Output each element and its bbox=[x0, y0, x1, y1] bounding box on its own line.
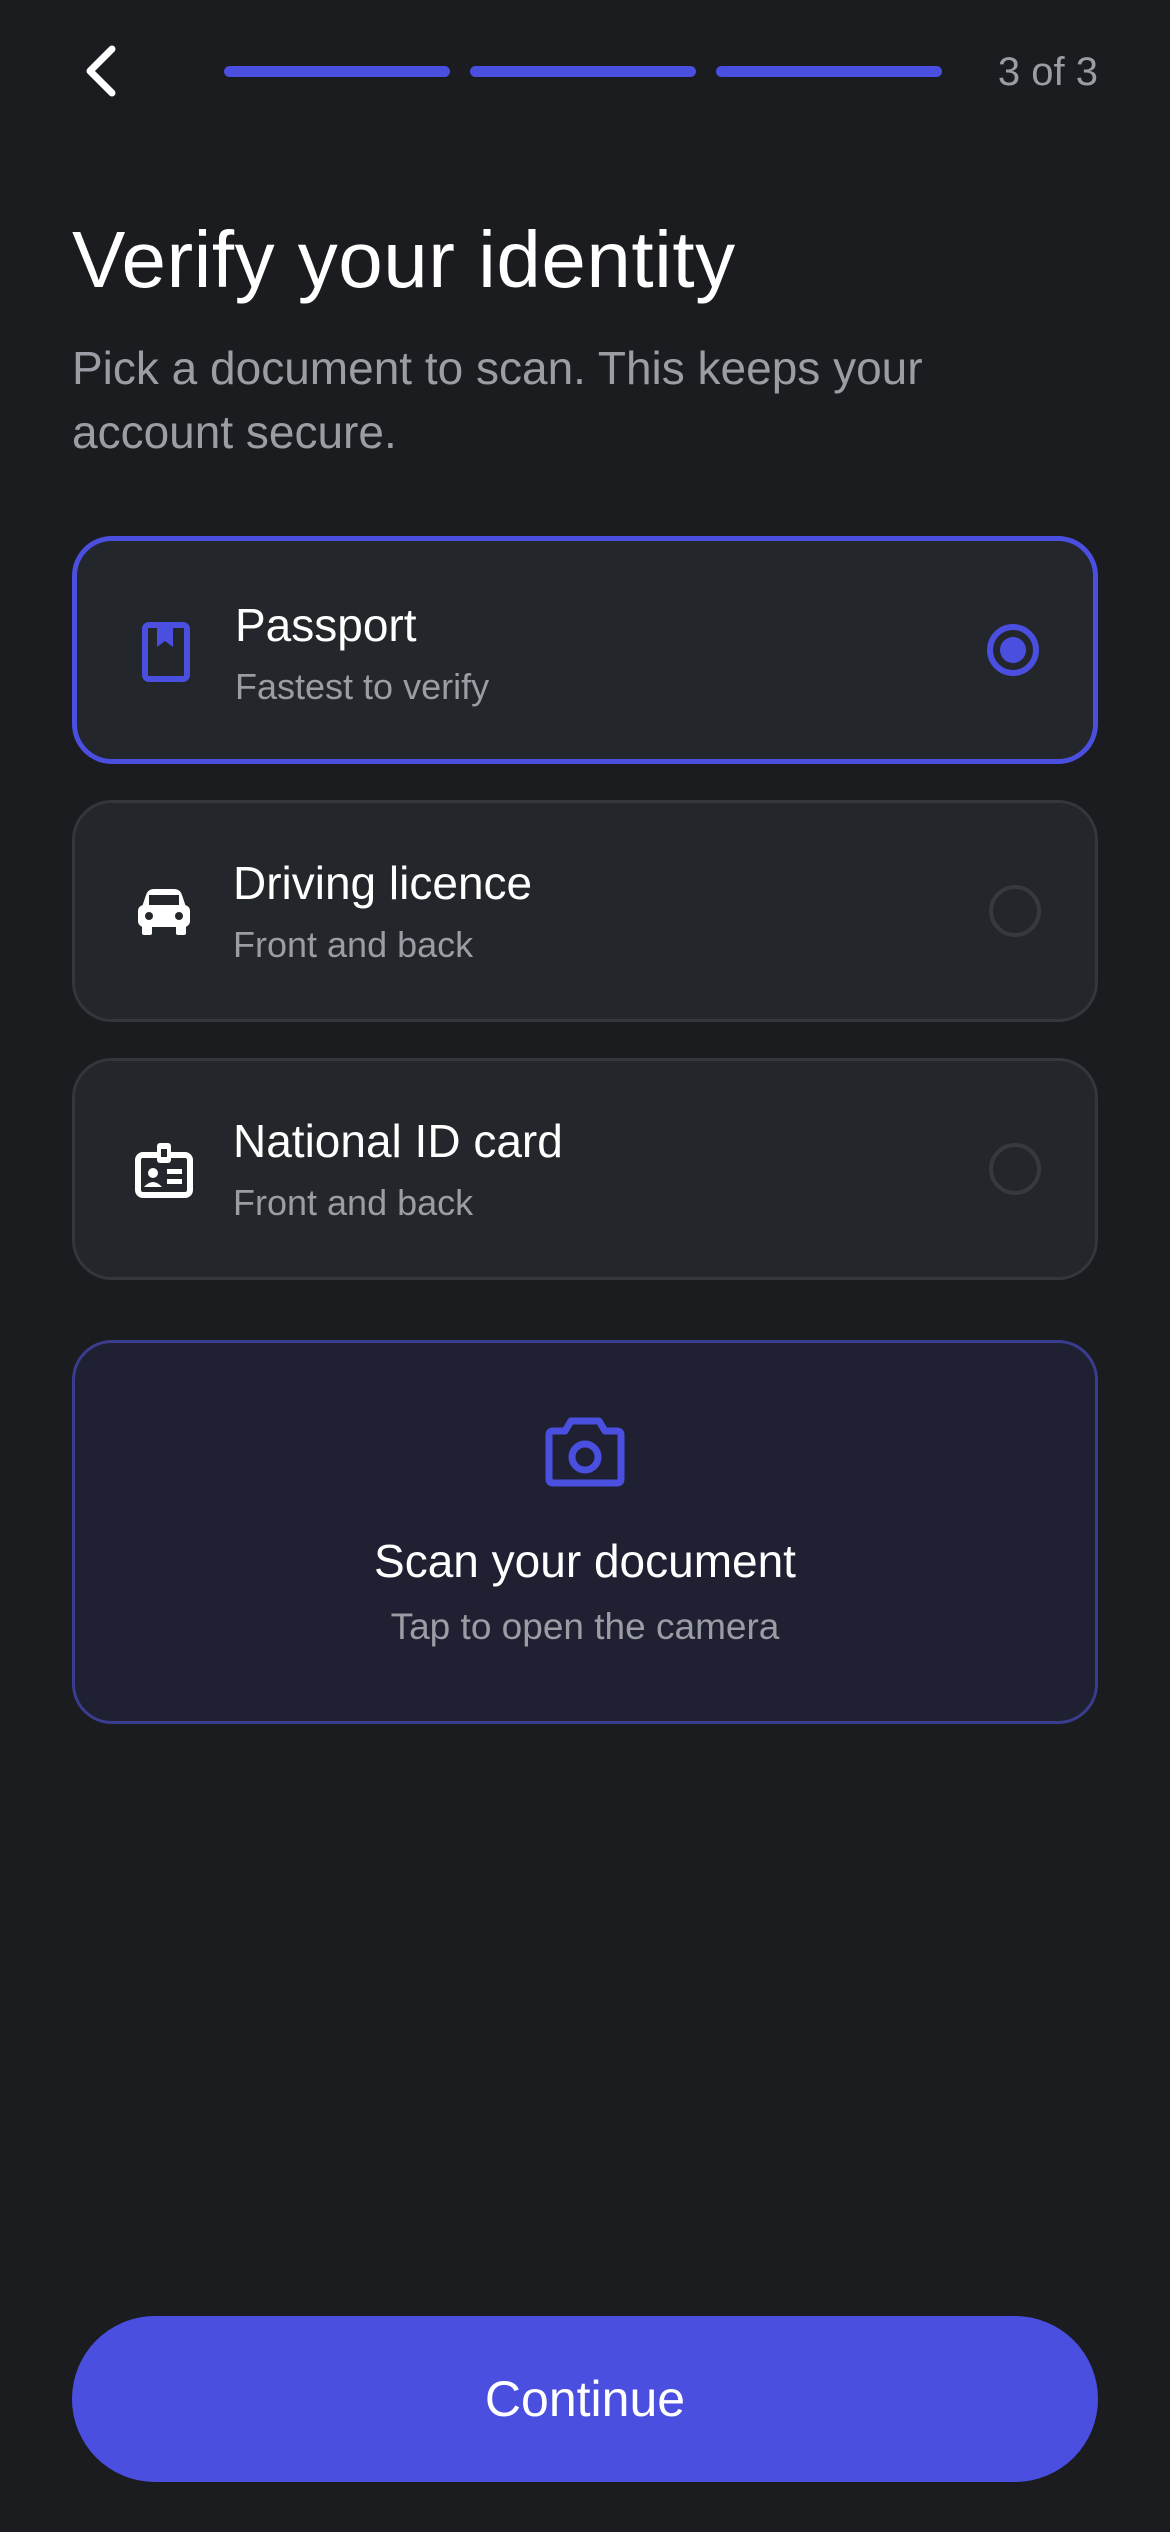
option-label: Passport bbox=[235, 599, 417, 651]
id-card-icon bbox=[129, 1135, 199, 1205]
option-sublabel: Front and back bbox=[233, 1182, 474, 1223]
back-button[interactable] bbox=[72, 38, 132, 104]
scan-title: Scan your document bbox=[374, 1535, 796, 1587]
option-driving-licence[interactable]: Driving licence Front and back bbox=[72, 800, 1098, 1022]
page-title: Verify your identity bbox=[72, 215, 736, 304]
top-bar: 3 of 3 bbox=[0, 0, 1170, 150]
car-icon bbox=[129, 877, 199, 947]
radio-unselected[interactable] bbox=[989, 885, 1041, 937]
passport-icon bbox=[131, 617, 201, 687]
option-passport[interactable]: Passport Fastest to verify bbox=[72, 536, 1098, 764]
radio-selected[interactable] bbox=[987, 624, 1039, 676]
progress-segment-2 bbox=[470, 66, 696, 77]
camera-icon bbox=[545, 1417, 625, 1487]
page-subtitle: Pick a document to scan. This keeps your… bbox=[72, 342, 923, 458]
option-sublabel: Front and back bbox=[233, 924, 474, 965]
scan-document-card[interactable]: Scan your document Tap to open the camer… bbox=[72, 1340, 1098, 1724]
option-label: Driving licence bbox=[233, 857, 533, 909]
scan-subtitle: Tap to open the camera bbox=[390, 1606, 780, 1647]
option-national-id-card[interactable]: National ID card Front and back bbox=[72, 1058, 1098, 1280]
progress-segment-1 bbox=[224, 66, 450, 77]
option-sublabel: Fastest to verify bbox=[235, 666, 490, 707]
option-label: National ID card bbox=[233, 1115, 563, 1167]
continue-button[interactable]: Continue bbox=[72, 2316, 1098, 2482]
radio-unselected[interactable] bbox=[989, 1143, 1041, 1195]
progress-indicator bbox=[224, 66, 942, 77]
progress-segment-3 bbox=[716, 66, 942, 77]
step-counter: 3 of 3 bbox=[997, 50, 1098, 94]
chevron-left-icon bbox=[86, 45, 116, 97]
